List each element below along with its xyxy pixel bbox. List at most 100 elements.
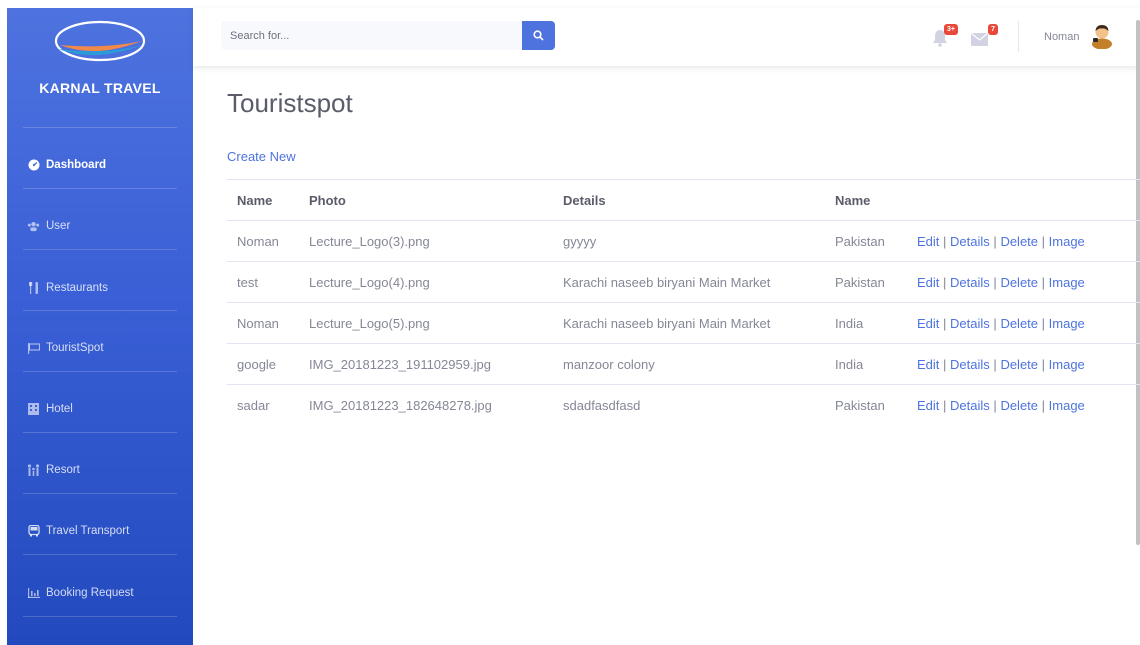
search-button[interactable] [522,21,555,50]
sidebar-item-touristspot[interactable]: TouristSpot [7,328,193,368]
sidebar-item-label: Resort [46,464,80,476]
cell-country: India [825,302,907,344]
sidebar-divider [23,554,177,555]
table-row: sadar IMG_20181223_182648278.jpg sdadfas… [227,384,1140,426]
delete-link[interactable]: Delete [1000,316,1038,331]
brand-logo[interactable] [7,8,193,73]
action-separator: | [943,397,947,413]
cell-name: sadar [227,384,299,426]
cell-photo: Lecture_Logo(5).png [299,302,553,344]
image-link[interactable]: Image [1049,316,1085,331]
sidebar-item-label: Hotel [46,403,73,415]
action-separator: | [993,315,997,331]
search-bar [221,21,555,50]
edit-link[interactable]: Edit [917,234,939,249]
sidebar-item-dashboard[interactable]: Dashboard [7,145,193,185]
page-title: Touristspot [227,88,353,118]
user-name[interactable]: Noman [1044,31,1079,43]
users-icon [27,220,40,232]
sidebar-divider [23,249,177,250]
details-link[interactable]: Details [950,275,990,290]
building-icon [27,403,40,415]
cell-actions: Edit | Details | Delete | Image [907,302,1140,344]
sidebar-item-label: Travel Transport [46,525,130,537]
sidebar-divider [23,188,177,189]
cell-country: India [825,343,907,385]
sidebar-item-resort[interactable]: Resort [7,450,193,490]
action-separator: | [1041,356,1046,372]
cell-actions: Edit | Details | Delete | Image [907,261,1140,303]
messages-badge: 7 [988,24,998,35]
cell-actions: Edit | Details | Delete | Image [907,343,1140,385]
image-link[interactable]: Image [1049,234,1085,249]
action-separator: | [993,274,997,290]
brand-name[interactable]: KARNAL TRAVEL [7,80,193,96]
sidebar-divider [23,371,177,372]
table-row: Noman Lecture_Logo(5).png Karachi naseeb… [227,302,1140,344]
action-separator: | [1041,315,1046,331]
image-link[interactable]: Image [1049,275,1085,290]
sidebar-item-label: Restaurants [46,282,109,294]
action-separator: | [943,233,947,249]
delete-link[interactable]: Delete [1000,275,1038,290]
cell-details: sdadfasdfasd [553,384,825,426]
cell-photo: Lecture_Logo(3).png [299,220,553,262]
flag-icon [27,342,40,354]
action-separator: | [943,274,947,290]
action-separator: | [1041,274,1046,290]
details-link[interactable]: Details [950,234,990,249]
sidebar-item-booking-request[interactable]: Booking Request [7,573,193,613]
bus-icon [27,525,40,537]
image-link[interactable]: Image [1049,357,1085,372]
edit-link[interactable]: Edit [917,316,939,331]
column-header-name: Name [227,179,299,221]
delete-link[interactable]: Delete [1000,398,1038,413]
column-header-actions [907,179,1140,221]
sidebar-item-travel-transport[interactable]: Travel Transport [7,511,193,551]
sidebar: KARNAL TRAVEL Dashboard User Restaurants… [7,8,193,645]
edit-link[interactable]: Edit [917,398,939,413]
cell-photo: IMG_20181223_191102959.jpg [299,343,553,385]
cell-details: Karachi naseeb biryani Main Market [553,261,825,303]
sidebar-item-label: User [46,220,71,232]
cell-name: google [227,343,299,385]
topbar-divider [1018,21,1019,52]
details-link[interactable]: Details [950,398,990,413]
sidebar-item-label: Dashboard [46,159,107,171]
create-new-link[interactable]: Create New [227,149,296,164]
table-row: test Lecture_Logo(4).png Karachi naseeb … [227,261,1140,303]
chart-icon [27,587,40,599]
sidebar-item-user[interactable]: User [7,206,193,246]
sidebar-item-hotel[interactable]: Hotel [7,389,193,429]
swoosh-logo-icon [54,20,146,61]
table-row: Noman Lecture_Logo(3).png gyyyy Pakistan… [227,220,1140,262]
touristspot-table: Name Photo Details Name Noman Lecture_Lo… [227,179,1140,426]
cell-details: manzoor colony [553,343,825,385]
search-input[interactable] [221,21,522,50]
edit-link[interactable]: Edit [917,275,939,290]
dashboard-icon [27,159,40,171]
avatar[interactable] [1090,23,1114,49]
envelope-icon [971,33,988,46]
action-separator: | [943,356,947,372]
sidebar-divider [23,493,177,494]
delete-link[interactable]: Delete [1000,234,1038,249]
alerts-button[interactable]: 3+ [930,24,958,49]
action-separator: | [993,233,997,249]
action-separator: | [1041,397,1046,413]
cell-name: Noman [227,302,299,344]
edit-link[interactable]: Edit [917,357,939,372]
alerts-badge: 3+ [944,24,958,35]
image-link[interactable]: Image [1049,398,1085,413]
action-separator: | [993,356,997,372]
topbar: 3+ 7 Noman [193,8,1140,66]
details-link[interactable]: Details [950,357,990,372]
action-separator: | [1041,233,1046,249]
sidebar-item-restaurants[interactable]: Restaurants [7,268,193,308]
details-link[interactable]: Details [950,316,990,331]
messages-button[interactable]: 7 [970,24,998,49]
cell-country: Pakistan [825,261,907,303]
delete-link[interactable]: Delete [1000,357,1038,372]
sidebar-item-label: Booking Request [46,587,134,599]
cell-country: Pakistan [825,384,907,426]
